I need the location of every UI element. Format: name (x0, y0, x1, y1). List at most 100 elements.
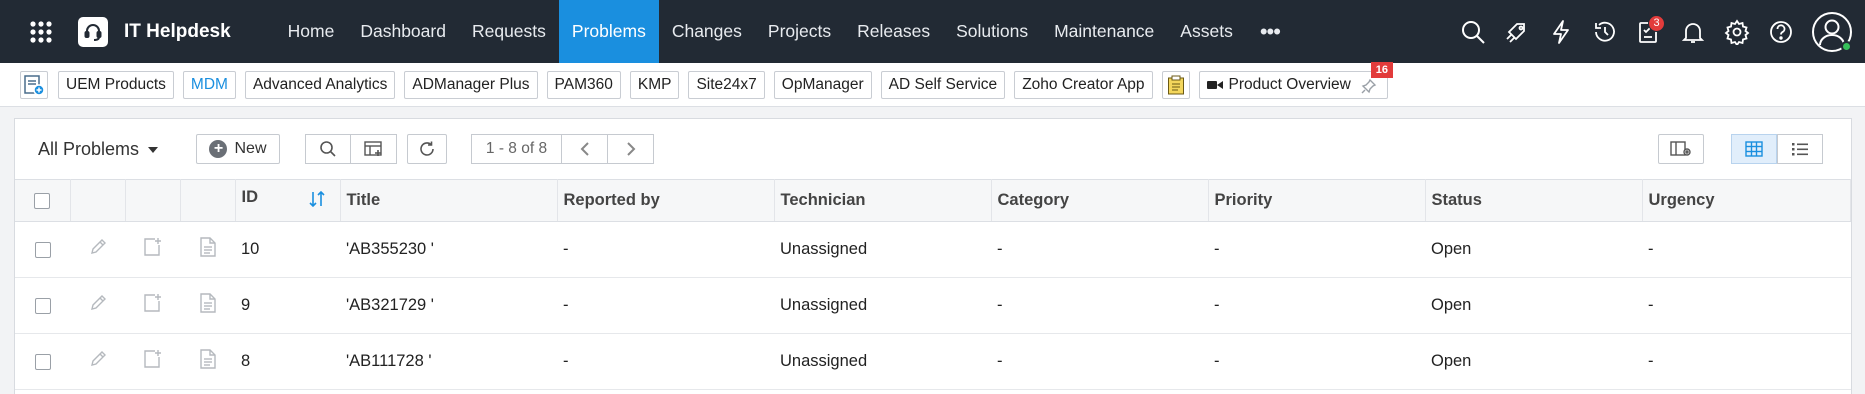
nav-problems[interactable]: Problems (558, 0, 659, 63)
document-icon[interactable] (199, 237, 217, 257)
nav-home[interactable]: Home (275, 0, 348, 63)
nav-maintenance[interactable]: Maintenance (1041, 0, 1167, 63)
quick-link-opmanager[interactable]: OpManager (773, 70, 872, 99)
cell-id: 8 (235, 333, 340, 390)
cell-status: Open (1425, 221, 1642, 278)
quick-link-mdm[interactable]: MDM (182, 70, 236, 99)
quick-link-product-overview[interactable]: Product Overview 16 (1198, 61, 1393, 99)
search-icon[interactable] (1451, 10, 1495, 54)
help-icon[interactable] (1759, 10, 1803, 54)
row-details-cell (180, 221, 235, 278)
nav-projects[interactable]: Projects (755, 0, 844, 63)
nav-changes[interactable]: Changes (659, 0, 755, 63)
cell-title[interactable]: 'AB355230 ' (340, 221, 557, 278)
table-row[interactable]: 10 'AB355230 ' - Unassigned - - Open - (15, 221, 1851, 278)
tool-button-group (305, 134, 397, 164)
nav-more-icon[interactable]: ••• (1246, 0, 1294, 63)
column-header-status[interactable]: Status (1425, 179, 1643, 222)
document-icon[interactable] (199, 293, 217, 313)
quick-link-pam360[interactable]: PAM360 (546, 70, 621, 99)
table-row[interactable]: 8 'AB111728 ' - Unassigned - - Open - (15, 333, 1851, 390)
edit-pencil-icon[interactable] (89, 238, 107, 256)
quick-link-site24x7[interactable]: Site24x7 (688, 70, 765, 99)
gear-icon[interactable] (1715, 10, 1759, 54)
add-note-icon[interactable] (143, 349, 163, 369)
add-note-icon[interactable] (143, 293, 163, 313)
row-checkbox[interactable] (34, 297, 51, 314)
grid-view-button[interactable] (1731, 134, 1777, 164)
plus-icon: + (209, 140, 228, 158)
cell-category: - (991, 221, 1208, 278)
column-header-technician[interactable]: Technician (774, 179, 992, 222)
select-all-cell (15, 179, 71, 222)
edit-pencil-icon[interactable] (89, 294, 107, 312)
prev-page-button[interactable] (562, 134, 608, 164)
row-add-note-cell (125, 221, 180, 278)
add-quick-link-icon[interactable] (20, 70, 48, 99)
top-navigation-bar: IT Helpdesk Home Dashboard Requests Prob… (0, 0, 1865, 63)
history-icon[interactable] (1583, 10, 1627, 54)
column-header-title[interactable]: Title (340, 179, 558, 222)
refresh-button[interactable] (407, 134, 447, 164)
lightning-icon[interactable] (1539, 10, 1583, 54)
user-avatar[interactable] (1811, 11, 1853, 53)
quick-link-uem-products[interactable]: UEM Products (58, 70, 174, 99)
sort-icon[interactable] (308, 190, 326, 213)
row-checkbox[interactable] (34, 241, 51, 258)
column-header-category[interactable]: Category (991, 179, 1209, 222)
table-row[interactable]: 9 'AB321729 ' - Unassigned - - Open - (15, 277, 1851, 334)
online-status-dot (1841, 40, 1852, 52)
nav-releases[interactable]: Releases (844, 0, 943, 63)
header-actions: 3 (1451, 0, 1865, 63)
row-add-note-cell (125, 277, 180, 334)
app-switcher-icon[interactable] (24, 15, 58, 49)
cell-title[interactable]: 'AB111728 ' (340, 333, 557, 390)
quick-actions-icon[interactable] (1495, 10, 1539, 54)
column-header-priority[interactable]: Priority (1208, 179, 1426, 222)
quick-link-advanced-analytics[interactable]: Advanced Analytics (244, 70, 396, 99)
layout-settings-button[interactable] (1658, 134, 1704, 164)
cell-urgency: - (1642, 221, 1851, 278)
nav-dashboard[interactable]: Dashboard (347, 0, 459, 63)
select-all-checkbox[interactable] (34, 192, 51, 209)
column-header-reported-by[interactable]: Reported by (557, 179, 775, 222)
tasks-icon[interactable]: 3 (1627, 10, 1671, 54)
edit-pencil-icon[interactable] (89, 350, 107, 368)
product-overview-label: Product Overview (1228, 75, 1351, 93)
cell-priority: - (1208, 221, 1425, 278)
cell-urgency: - (1642, 333, 1851, 390)
cell-title[interactable]: 'AB321729 ' (340, 277, 557, 334)
quick-link-ad-self-service[interactable]: AD Self Service (880, 70, 1006, 99)
bell-icon[interactable] (1671, 10, 1715, 54)
quick-link-admanager-plus[interactable]: ADManager Plus (404, 70, 538, 99)
nav-solutions[interactable]: Solutions (943, 0, 1041, 63)
quick-link-zoho-creator-app[interactable]: Zoho Creator App (1014, 70, 1153, 99)
problems-table: ID Title Reported by Technician Category… (15, 179, 1851, 390)
main-nav: Home Dashboard Requests Problems Changes… (275, 0, 1294, 63)
row-edit-cell (70, 333, 125, 390)
quick-link-kmp[interactable]: KMP (629, 70, 680, 99)
column-header-urgency[interactable]: Urgency (1642, 179, 1851, 222)
clipboard-icon[interactable] (1161, 70, 1190, 99)
view-selector[interactable]: All Problems (38, 139, 196, 160)
helpdesk-logo-icon[interactable] (78, 16, 108, 47)
row-checkbox[interactable] (34, 353, 51, 370)
pin-icon[interactable] (1361, 78, 1377, 94)
page-info: 1 - 8 of 8 (471, 134, 562, 164)
search-button[interactable] (305, 134, 351, 164)
header-spacer (125, 179, 181, 222)
next-page-button[interactable] (608, 134, 654, 164)
column-header-id[interactable]: ID (235, 179, 341, 222)
document-icon[interactable] (199, 349, 217, 369)
cell-urgency: - (1642, 277, 1851, 334)
add-note-icon[interactable] (143, 237, 163, 257)
cell-priority: - (1208, 333, 1425, 390)
quick-links-bar: UEM Products MDM Advanced Analytics ADMa… (0, 61, 1865, 107)
list-view-button[interactable] (1777, 134, 1823, 164)
column-chooser-button[interactable] (351, 134, 397, 164)
new-button-label: New (234, 140, 267, 157)
new-problem-button[interactable]: + New (196, 134, 280, 164)
cell-category: - (991, 333, 1208, 390)
nav-assets[interactable]: Assets (1167, 0, 1246, 63)
nav-requests[interactable]: Requests (459, 0, 559, 63)
